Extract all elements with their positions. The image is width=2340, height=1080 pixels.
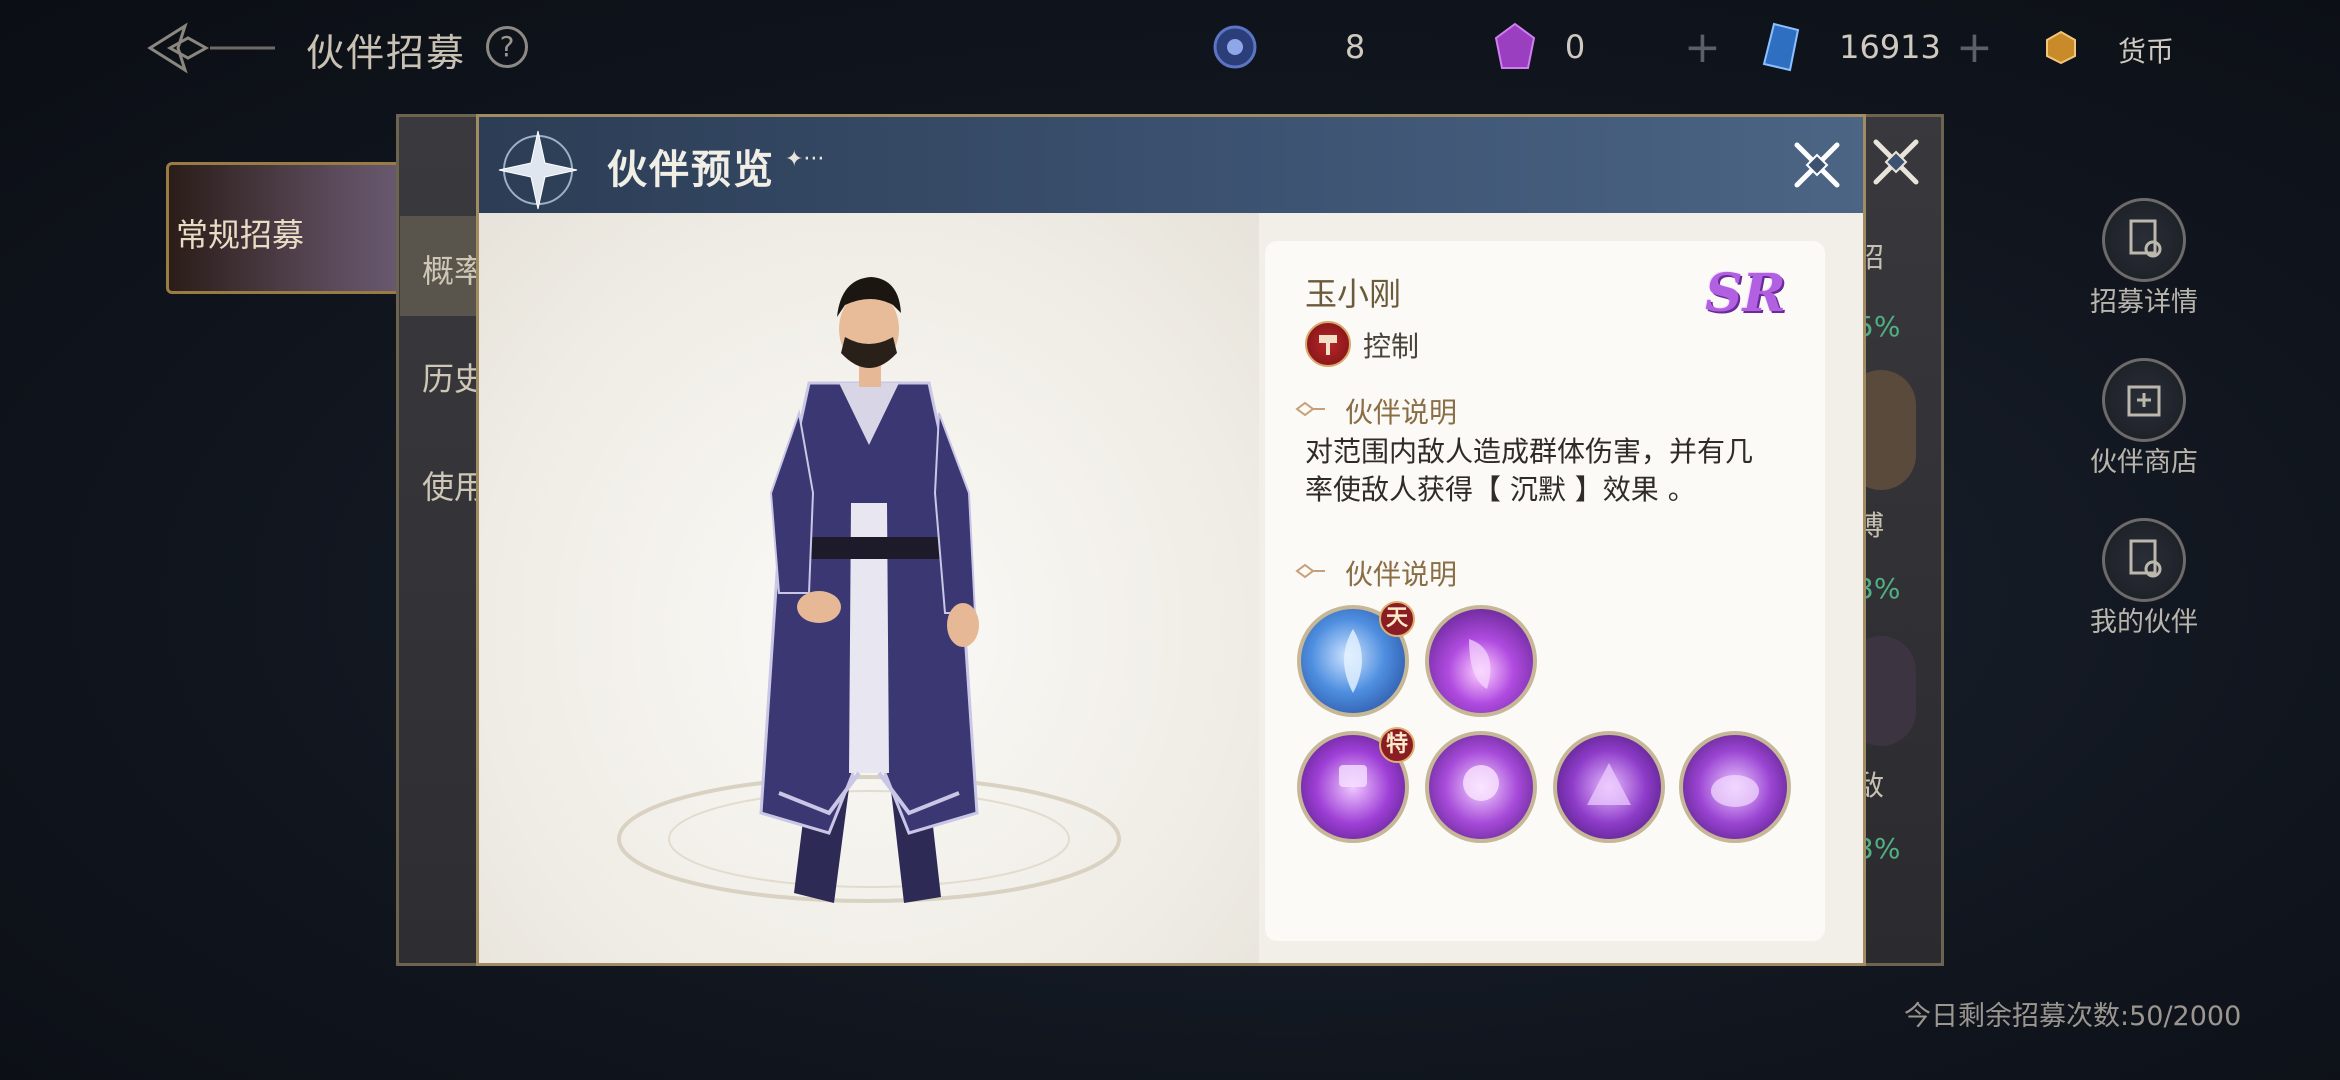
skill-icon-4[interactable]	[1425, 731, 1537, 843]
partner-list-icon	[2102, 518, 2186, 602]
partner-info-card: 玉小刚 SR 控制 伙伴说明 对范围内敌人造成群体伤害，并有几率使敌人获得【 沉…	[1265, 241, 1825, 941]
page-title: 伙伴招募	[306, 31, 467, 75]
dialog-header: 伙伴预览 ✦···	[479, 117, 1863, 213]
character-model-view[interactable]	[479, 213, 1259, 963]
title-decoration: ✦···	[785, 147, 825, 172]
recruit-details-label: 招募详情	[2090, 287, 2198, 318]
help-button[interactable]: ?	[486, 26, 528, 68]
rarity-badge: SR	[1705, 263, 1786, 324]
control-role-icon	[1305, 321, 1351, 367]
back-arrow-icon	[147, 22, 275, 74]
my-partners-label: 我的伙伴	[2090, 607, 2198, 638]
blue-crystal-icon	[1754, 20, 1808, 74]
skill-badge-heaven: 天	[1379, 601, 1415, 637]
compass-token-count: 8	[1344, 28, 1366, 66]
close-icon	[1873, 139, 1919, 185]
outer-close-button[interactable]	[1870, 136, 1922, 188]
currency-button[interactable]: 货币	[2036, 20, 2196, 74]
back-button[interactable]	[140, 18, 280, 78]
section-heading-skills: 伙伴说明	[1345, 558, 1458, 591]
dialog-title: 伙伴预览	[607, 147, 775, 193]
blue-crystal-count: 16913	[1839, 28, 1941, 66]
add-purple-crystal-button[interactable]: +	[1684, 26, 1721, 70]
skill-icon-2[interactable]	[1425, 605, 1537, 717]
close-button[interactable]	[1791, 139, 1843, 191]
section-heading-description: 伙伴说明	[1345, 396, 1458, 429]
cube-icon	[2044, 30, 2078, 65]
skill-icon-6[interactable]	[1679, 731, 1791, 843]
partner-shop-button[interactable]: 伙伴商店	[2054, 354, 2234, 480]
recruit-details-button[interactable]: 招募详情	[2054, 194, 2234, 320]
purple-crystal-count: 0	[1564, 28, 1586, 66]
partner-shop-label: 伙伴商店	[2090, 447, 2198, 478]
purple-crystal-icon	[1488, 20, 1542, 74]
character-model	[617, 277, 1121, 903]
skill-icon-5[interactable]	[1553, 731, 1665, 843]
close-icon	[1794, 142, 1840, 188]
section-ornament-icon	[1295, 399, 1325, 419]
partner-description: 对范围内敌人造成群体伤害，并有几率使敌人获得【 沉默 】效果 。	[1305, 435, 1754, 506]
role-label: 控制	[1363, 330, 1420, 363]
remaining-recruit-count: 今日剩余招募次数:50/2000	[1904, 1001, 2242, 1032]
shop-icon	[2102, 358, 2186, 442]
section-ornament-icon	[1295, 561, 1325, 581]
partner-name: 玉小刚	[1305, 275, 1402, 313]
add-blue-crystal-button[interactable]: +	[1956, 26, 1993, 70]
tab-regular-recruit-label: 常规招募	[176, 216, 305, 254]
partner-preview-dialog: 伙伴预览 ✦··· 玉小刚 SR 控制 伙伴说明 对范围内敌人造成群体伤害，并有…	[476, 114, 1866, 966]
document-search-icon	[2102, 198, 2186, 282]
skill-badge-special: 特	[1379, 727, 1415, 763]
star-ornament-icon	[493, 125, 583, 215]
currency-button-label: 货币	[2118, 35, 2175, 68]
compass-token-icon	[1208, 20, 1262, 74]
my-partners-button[interactable]: 我的伙伴	[2054, 514, 2234, 640]
